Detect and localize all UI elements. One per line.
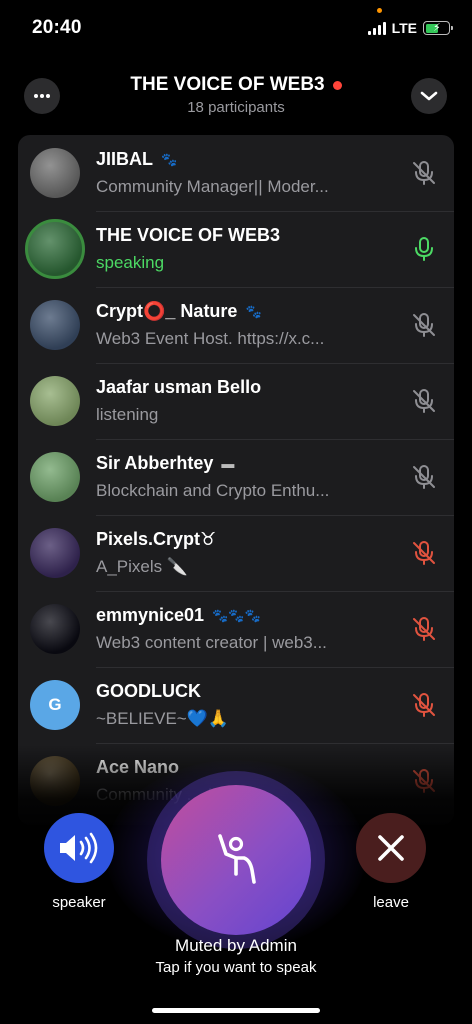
participant-name: Pixels.Crypt♉ — [96, 529, 217, 549]
participant-name-line: emmynice01 🐾🐾🐾 — [96, 605, 261, 626]
participant-count: 18 participants — [187, 99, 285, 116]
participant-name-line: Jaafar usman Bello — [96, 377, 261, 398]
status-icons: LTE ⚡ — [367, 20, 453, 36]
participant-row[interactable]: THE VOICE OF WEB3 speaking — [18, 211, 454, 287]
participant-subtitle: Community Manager|| Moder... — [96, 177, 329, 196]
avatar-letter: G — [48, 695, 62, 714]
participant-subtitle: speaking — [96, 253, 165, 272]
close-icon — [378, 835, 404, 861]
participant-row[interactable]: JIIBAL 🐾 Community Manager|| Moder... — [18, 135, 454, 211]
participant-subtitle: A_Pixels 🔪 — [96, 557, 189, 576]
participant-name: Sir Abberhtey — [96, 453, 214, 473]
participant-name: emmynice01 — [96, 605, 205, 625]
home-indicator[interactable] — [152, 1008, 320, 1013]
participant-name-line: Pixels.Crypt♉ — [96, 529, 216, 550]
name-badge: 🐾🐾🐾 — [212, 607, 261, 623]
participant-row[interactable]: Sir Abberhtey ▬ Blockchain and Crypto Enth… — [18, 439, 454, 515]
participant-subtitle: listening — [96, 405, 159, 424]
participant-name-line: JIIBAL 🐾 — [96, 149, 177, 170]
participant-subtitle: ~BELIEVE~💙🙏 — [96, 709, 230, 728]
participant-name: Jaafar usman Bello — [96, 377, 262, 397]
participant-name-line: Crypt⭕_ Nature 🐾 — [96, 301, 262, 322]
participant-row[interactable]: emmynice01 🐾🐾🐾 Web3 content creator | web3… — [18, 591, 454, 667]
microphone-muted-icon — [413, 313, 435, 337]
chevron-down-icon — [420, 91, 438, 101]
participant-row[interactable]: Jaafar usman Bello listening — [18, 363, 454, 439]
title-block: THE VOICE OF WEB3 18 participants — [0, 74, 472, 116]
speaker-icon — [60, 832, 98, 864]
speaker-label: speaker — [52, 894, 106, 911]
charging-icon: ⚡ — [433, 22, 441, 34]
name-badge: ▬ — [221, 456, 235, 471]
participant-subtitle: Web3 Event Host. https://x.c... — [96, 329, 325, 348]
name-badge: 🐾 — [161, 151, 178, 167]
speaker-button[interactable] — [44, 813, 114, 883]
avatar[interactable]: G — [30, 680, 80, 730]
avatar[interactable] — [30, 376, 80, 426]
microphone-muted-icon — [413, 617, 435, 641]
participant-list[interactable]: JIIBAL 🐾 Community Manager|| Moder... THE V… — [18, 135, 454, 825]
avatar[interactable] — [25, 219, 85, 279]
signal-icon — [367, 21, 386, 35]
network-label: LTE — [391, 20, 417, 36]
space-header: THE VOICE OF WEB3 18 participants — [0, 70, 472, 126]
participant-subtitle: Blockchain and Crypto Enthu... — [96, 481, 330, 500]
avatar[interactable] — [30, 528, 80, 578]
participant-row[interactable]: G GOODLUCK ~BELIEVE~💙🙏 — [18, 667, 454, 743]
avatar[interactable] — [30, 452, 80, 502]
collapse-button[interactable] — [411, 78, 447, 114]
leave-button[interactable] — [356, 813, 426, 883]
participant-name-line: GOODLUCK — [96, 681, 201, 702]
participant-subtitle: Web3 content creator | web3... — [96, 633, 327, 652]
participant-row[interactable]: Pixels.Crypt♉ A_Pixels 🔪 — [18, 515, 454, 591]
avatar[interactable] — [30, 604, 80, 654]
participant-name-line: THE VOICE OF WEB3 — [96, 225, 280, 246]
participant-name: Crypt⭕_ Nature — [96, 301, 238, 321]
microphone-muted-icon — [413, 465, 435, 489]
status-time: 20:40 — [32, 17, 82, 38]
avatar[interactable] — [30, 148, 80, 198]
live-indicator — [332, 80, 342, 90]
call-controls: speaker leave Muted by Admin Tap if you … — [0, 760, 472, 1024]
space-title: THE VOICE OF WEB3 — [130, 74, 325, 95]
raise-hand-icon — [218, 834, 256, 884]
participant-row[interactable]: Crypt⭕_ Nature 🐾 Web3 Event Host. https://… — [18, 287, 454, 363]
participant-name: THE VOICE OF WEB3 — [96, 225, 281, 245]
status-bar: 20:40 LTE ⚡ — [0, 0, 472, 58]
avatar[interactable] — [30, 300, 80, 350]
participant-name-line: Sir Abberhtey ▬ — [96, 453, 234, 474]
leave-label: leave — [373, 894, 409, 911]
microphone-muted-icon — [413, 541, 435, 565]
battery-icon: ⚡ — [423, 21, 453, 35]
raise-hand-button[interactable] — [161, 785, 311, 935]
microphone-muted-icon — [413, 161, 435, 185]
name-badge: 🐾 — [245, 303, 262, 319]
microphone-icon — [415, 237, 433, 261]
muted-status: Muted by Admin — [175, 936, 297, 955]
microphone-muted-icon — [413, 389, 435, 413]
participant-name: JIIBAL — [96, 149, 154, 169]
participant-name: GOODLUCK — [96, 681, 201, 701]
microphone-muted-icon — [413, 693, 435, 717]
muted-hint: Tap if you want to speak — [155, 959, 317, 976]
privacy-indicator-dot — [377, 8, 382, 13]
